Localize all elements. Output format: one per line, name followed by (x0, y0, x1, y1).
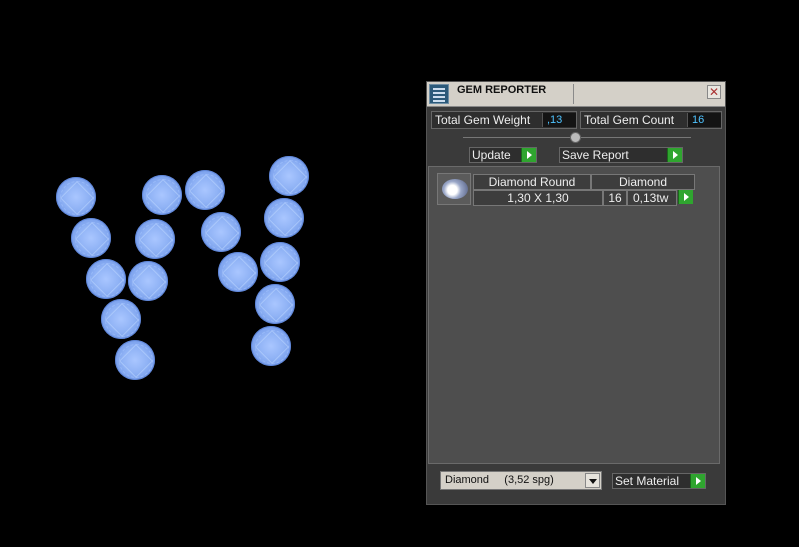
report-row[interactable]: Diamond Round Diamond 1,30 X 1,30 16 0,1… (437, 173, 695, 207)
report-list[interactable]: Diamond Round Diamond 1,30 X 1,30 16 0,1… (428, 166, 720, 464)
go-arrow-icon (667, 148, 682, 162)
go-arrow-icon (678, 190, 693, 204)
set-material-label: Set Material (615, 474, 680, 488)
gem-count-cell: 16 (603, 190, 627, 206)
gem-material-cell: Diamond (591, 174, 695, 190)
total-weight-box: Total Gem Weight ,13 (431, 111, 577, 129)
gem-stone[interactable] (115, 340, 155, 380)
set-material-button[interactable]: Set Material (612, 473, 706, 489)
round-gem-thumbnail-icon (437, 173, 471, 205)
total-count-value: 16 (687, 113, 721, 127)
3d-viewport[interactable] (0, 0, 420, 547)
gem-stone[interactable] (185, 170, 225, 210)
save-report-label: Save Report (562, 148, 629, 162)
go-arrow-icon (690, 474, 705, 488)
gem-stone[interactable] (201, 212, 241, 252)
update-label: Update (472, 148, 511, 162)
total-weight-value: ,13 (542, 113, 576, 127)
gem-stone[interactable] (71, 218, 111, 258)
gem-stone[interactable] (260, 242, 300, 282)
gem-stone[interactable] (56, 177, 96, 217)
gem-reporter-icon (429, 84, 449, 104)
close-icon[interactable]: ✕ (707, 85, 721, 99)
splitter-handle[interactable] (570, 132, 581, 143)
gem-stone[interactable] (269, 156, 309, 196)
window-title: GEM REPORTER (457, 84, 547, 96)
update-button[interactable]: Update (469, 147, 537, 163)
gem-size-cell: 1,30 X 1,30 (473, 190, 603, 206)
material-select[interactable]: Diamond (3,52 spg) (440, 471, 602, 490)
gem-reporter-panel: GEM REPORTER ✕ Total Gem Weight ,13 Tota… (426, 81, 726, 505)
go-arrow-icon (521, 148, 536, 162)
gem-stone[interactable] (128, 261, 168, 301)
gem-stone[interactable] (218, 252, 258, 292)
gem-stone[interactable] (255, 284, 295, 324)
gem-stone[interactable] (142, 175, 182, 215)
gem-stone[interactable] (101, 299, 141, 339)
title-divider (573, 84, 574, 104)
save-report-button[interactable]: Save Report (559, 147, 683, 163)
gem-stone[interactable] (86, 259, 126, 299)
row-go-button[interactable] (677, 190, 693, 206)
total-weight-label: Total Gem Weight (435, 113, 531, 127)
title-bar[interactable]: GEM REPORTER ✕ (427, 82, 725, 107)
gem-weight-cell: 0,13tw (627, 190, 677, 206)
gem-stone[interactable] (264, 198, 304, 238)
dropdown-arrow-icon[interactable] (585, 473, 600, 488)
gem-stone[interactable] (135, 219, 175, 259)
gem-shape-cell: Diamond Round (473, 174, 591, 190)
total-count-box: Total Gem Count 16 (580, 111, 722, 129)
gem-stone[interactable] (251, 326, 291, 366)
material-select-value: Diamond (3,52 spg) (445, 474, 554, 486)
total-count-label: Total Gem Count (584, 113, 675, 127)
